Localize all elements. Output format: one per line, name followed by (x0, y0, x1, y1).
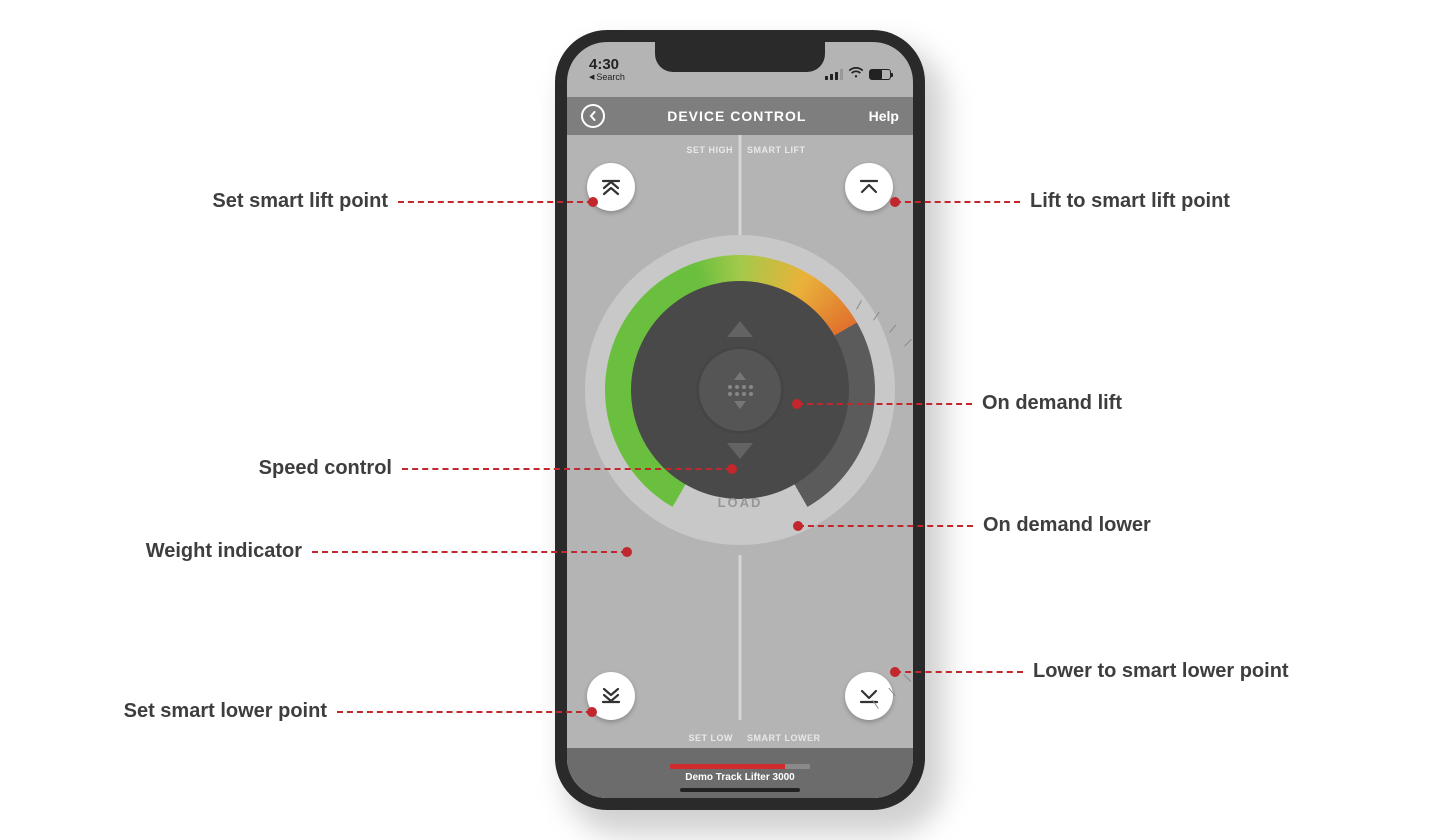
smart-lower-label: SMART LOWER (747, 733, 821, 743)
device-name: Demo Track Lifter 3000 (685, 772, 795, 783)
speed-down-icon (734, 401, 746, 409)
smart-lift-icon (858, 176, 880, 198)
callout-lower-to-point: Lower to smart lower point (895, 660, 1355, 683)
callout-on-demand-lower: On demand lower (798, 514, 1188, 537)
signal-icon (825, 69, 843, 80)
callout-lift-to-point: Lift to smart lift point (895, 190, 1295, 213)
divider-top (739, 135, 742, 238)
phone-notch (655, 42, 825, 72)
set-high-label: SET HIGH (686, 145, 733, 155)
grip-icon (728, 385, 753, 396)
status-back-label[interactable]: Search (589, 73, 625, 82)
back-button[interactable] (581, 104, 605, 128)
wifi-icon (848, 67, 864, 82)
callout-line (797, 403, 972, 405)
callout-text: On demand lower (983, 514, 1151, 537)
callout-weight-indicator: Weight indicator (107, 540, 627, 563)
status-time: 4:30 (589, 57, 619, 72)
load-label: LOAD (718, 495, 763, 510)
progress-bar (670, 764, 810, 769)
callout-line (798, 525, 973, 527)
control-dial: LOAD (585, 235, 895, 545)
callout-text: Lower to smart lower point (1033, 660, 1289, 683)
divider-bottom (739, 555, 742, 720)
callout-text: On demand lift (982, 392, 1122, 415)
set-low-icon (600, 685, 622, 707)
smart-lift-label: SMART LIFT (747, 145, 806, 155)
callout-line (337, 711, 592, 713)
callout-text: Set smart lift point (212, 190, 388, 213)
home-indicator (680, 788, 800, 792)
battery-icon (869, 69, 891, 80)
callout-text: Lift to smart lift point (1030, 190, 1230, 213)
callout-on-demand-lift: On demand lift (797, 392, 1157, 415)
callout-line (398, 201, 593, 203)
nav-title: DEVICE CONTROL (667, 108, 806, 124)
speed-knob[interactable] (696, 346, 784, 434)
callout-set-lift-point: Set smart lift point (163, 190, 593, 213)
callout-line (402, 468, 732, 470)
callout-set-lower-point: Set smart lower point (77, 700, 592, 723)
callout-line (895, 201, 1020, 203)
callout-text: Weight indicator (146, 540, 302, 563)
smart-lower-icon (858, 685, 880, 707)
nav-bar: DEVICE CONTROL Help (567, 97, 913, 135)
help-button[interactable]: Help (869, 108, 899, 124)
set-low-label: SET LOW (689, 733, 734, 743)
callout-text: Speed control (259, 457, 392, 480)
smart-lower-button[interactable] (845, 672, 893, 720)
callout-line (895, 671, 1023, 673)
smart-lift-button[interactable] (845, 163, 893, 211)
speed-up-icon (734, 372, 746, 380)
diagram-canvas: 4:30 Search DEVICE CONTROL Help (0, 0, 1445, 840)
set-high-icon (600, 176, 622, 198)
callout-line (312, 551, 627, 553)
phone-frame: 4:30 Search DEVICE CONTROL Help (555, 30, 925, 810)
callout-text: Set smart lower point (124, 700, 327, 723)
callout-speed-control: Speed control (232, 457, 732, 480)
phone-screen: 4:30 Search DEVICE CONTROL Help (567, 42, 913, 798)
